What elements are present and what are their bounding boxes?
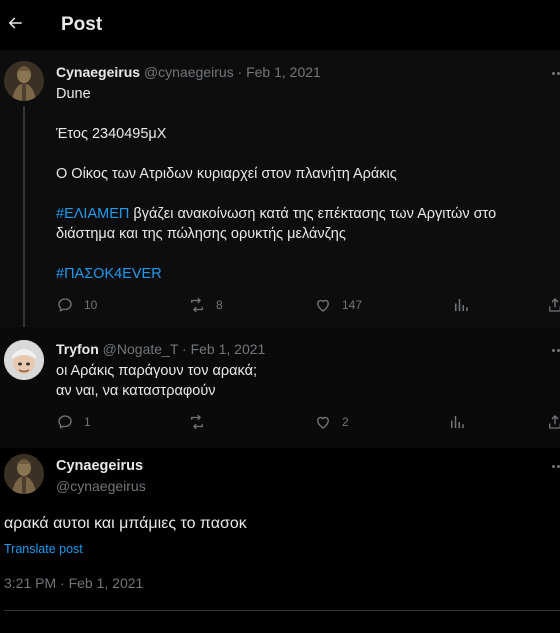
share-icon (549, 298, 560, 312)
handle[interactable]: @cynaegeirus (144, 64, 234, 80)
separator: · (237, 64, 243, 80)
views-button[interactable] (448, 413, 466, 431)
reply-button[interactable]: 1 (56, 413, 91, 431)
post-actions: 1 2 (56, 413, 560, 433)
like-icon (317, 416, 329, 429)
share-icon (549, 415, 560, 429)
text-line: #ΕΛΙΑΜΕΠ βγάζει ανακοίνωση κατά της επέκ… (56, 204, 556, 244)
text-line: αν ναι, να καταστραφούν (56, 383, 216, 399)
post-date[interactable]: Feb 1, 2021 (191, 341, 266, 357)
share-button[interactable] (546, 296, 560, 314)
avatar[interactable] (4, 61, 44, 101)
reply-count: 10 (84, 298, 98, 312)
more-button[interactable] (552, 345, 560, 355)
hashtag-link[interactable]: #ΕΛΙΑΜΕΠ (56, 206, 129, 222)
top-bar: Post (0, 0, 560, 50)
handle[interactable]: @cynaegeirus (56, 478, 146, 494)
more-button[interactable] (552, 68, 560, 78)
post-author-row: Cynaegeirus @cynaegeirus · Feb 1, 2021 (56, 64, 321, 80)
post-timestamp[interactable]: 3:21 PM · Feb 1, 2021 (4, 575, 143, 591)
views-button[interactable] (452, 296, 470, 314)
hashtag-link[interactable]: #ΠΑΣΟΚ4EVER (56, 266, 162, 282)
text-line: Ο Οίκος των Ατριδων κυριαρχεί στον πλανή… (56, 166, 397, 182)
like-icon (317, 299, 329, 312)
text-line: Έτος 2340495μΧ (56, 126, 167, 142)
reply-button[interactable]: 10 (56, 296, 97, 314)
divider (4, 610, 560, 611)
focused-post: Cynaegeirus @cynaegeirus αρακά αυτοι και… (0, 448, 560, 633)
views-icon (455, 299, 468, 311)
repost-icon (191, 297, 203, 313)
text-line: οι Αράκις παράγουν τον αρακά; (56, 363, 258, 379)
handle[interactable]: @Nogate_T (103, 341, 178, 357)
like-button[interactable]: 147 (314, 296, 362, 314)
post-date[interactable]: Feb 1, 2021 (246, 64, 321, 80)
repost-count: 8 (216, 298, 223, 312)
thread-line (23, 106, 25, 349)
more-button[interactable] (552, 461, 560, 471)
repost-button[interactable] (188, 413, 216, 431)
reply-icon (58, 298, 72, 312)
post-author-row: Tryfon @Nogate_T · Feb 1, 2021 (56, 341, 265, 357)
share-button[interactable] (546, 413, 560, 431)
avatar[interactable] (4, 454, 44, 494)
avatar[interactable] (4, 340, 44, 380)
repost-icon (191, 414, 203, 430)
more-icon (552, 464, 555, 468)
display-name[interactable]: Cynaegeirus (56, 64, 140, 80)
text-line: Dune (56, 86, 91, 102)
translate-link[interactable]: Translate post (4, 542, 83, 556)
thread-post[interactable]: Cynaegeirus @cynaegeirus · Feb 1, 2021 D… (0, 50, 560, 349)
views-icon (451, 416, 464, 428)
post-text: αρακά αυτοι και μπάμιες το πασοκ (4, 515, 247, 532)
post-actions: 10 8 147 (56, 296, 560, 316)
post-text: οι Αράκις παράγουν τον αρακά; αν ναι, να… (56, 361, 556, 401)
back-arrow-icon (8, 17, 22, 29)
post-text: Dune Έτος 2340495μΧ Ο Οίκος των Ατριδων … (56, 84, 556, 284)
page-title: Post (61, 14, 103, 35)
more-icon (552, 348, 555, 352)
like-count: 2 (342, 415, 349, 429)
like-button[interactable]: 2 (314, 413, 349, 431)
display-name[interactable]: Cynaegeirus (56, 458, 143, 474)
repost-button[interactable]: 8 (188, 296, 223, 314)
more-icon (552, 71, 555, 75)
thread-post[interactable]: Tryfon @Nogate_T · Feb 1, 2021 οι Αράκις… (0, 327, 560, 448)
separator: · (182, 341, 187, 357)
like-count: 147 (342, 298, 363, 312)
display-name[interactable]: Tryfon (56, 341, 99, 357)
reply-icon (58, 415, 72, 429)
reply-count: 1 (84, 415, 91, 429)
back-button[interactable] (4, 10, 26, 36)
